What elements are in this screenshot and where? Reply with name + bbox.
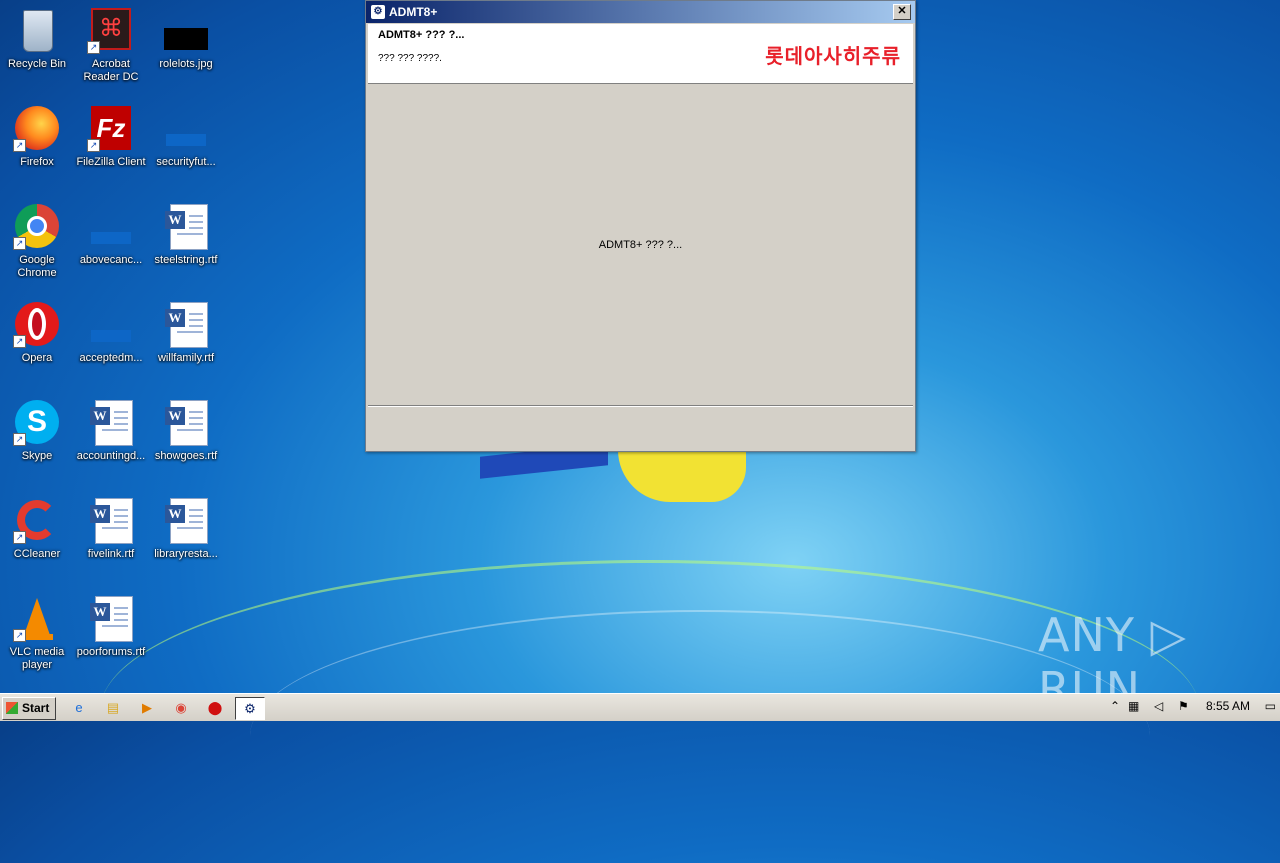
file-icon <box>87 300 135 348</box>
desktop-icon-steelstring[interactable]: W steelstring.rtf <box>149 202 223 267</box>
desktop-icon-acrobat[interactable]: ⌘ ↗ Acrobat Reader DC <box>74 6 148 84</box>
shortcut-arrow-icon: ↗ <box>13 531 26 544</box>
desktop-icon-rolelots[interactable]: rolelots.jpg <box>149 6 223 71</box>
word-doc-icon: W <box>162 300 210 348</box>
file-icon <box>162 104 210 152</box>
shortcut-arrow-icon: ↗ <box>13 629 26 642</box>
desktop-icon-securityfut[interactable]: securityfut... <box>149 104 223 169</box>
opera-taskbar-icon[interactable]: ⬤ <box>203 697 227 718</box>
word-doc-icon: W <box>87 398 135 446</box>
ie-taskbar-icon[interactable]: e <box>67 697 91 718</box>
desktop-icon-ccleaner[interactable]: ↗ CCleaner <box>0 496 74 561</box>
close-button[interactable]: ✕ <box>893 4 911 20</box>
filezilla-icon: Fz ↗ <box>87 104 135 152</box>
header-title: ADMT8+ ??? ?... <box>378 29 465 41</box>
wallpaper-logo-yellow <box>618 450 746 502</box>
desktop-icon-poorforums[interactable]: W poorforums.rtf <box>74 594 148 659</box>
network-icon[interactable]: ▦ <box>1128 699 1139 713</box>
show-desktop-icon[interactable]: ▭ <box>1265 699 1276 713</box>
desktop-icon-willfamily[interactable]: W willfamily.rtf <box>149 300 223 365</box>
desktop-icon-abovecanc[interactable]: abovecanc... <box>74 202 148 267</box>
desktop-icon-chrome[interactable]: ↗ Google Chrome <box>0 202 74 280</box>
word-doc-icon: W <box>162 202 210 250</box>
shortcut-arrow-icon: ↗ <box>87 41 100 54</box>
installer-window: ⚙ ADMT8+ ✕ ADMT8+ ??? ?... ??? ??? ????.… <box>365 0 916 452</box>
clock[interactable]: 8:55 AM <box>1206 699 1250 713</box>
explorer-taskbar-icon[interactable]: ▤ <box>101 697 125 718</box>
header-subtitle: ??? ??? ????. <box>378 53 442 64</box>
wallpaper-wave <box>250 610 1150 862</box>
desktop-icon-accountingd[interactable]: W accountingd... <box>74 398 148 463</box>
desktop-icon-libraryresta[interactable]: W libraryresta... <box>149 496 223 561</box>
word-doc-icon: W <box>87 496 135 544</box>
window-titlebar[interactable]: ⚙ ADMT8+ ✕ <box>366 1 915 23</box>
brand-logo: 롯데아사히주류 <box>765 46 901 68</box>
desktop-icon-showgoes[interactable]: W showgoes.rtf <box>149 398 223 463</box>
image-file-icon <box>162 6 210 54</box>
start-button[interactable]: Start <box>2 697 56 720</box>
file-icon <box>87 202 135 250</box>
desktop-icon-fivelink[interactable]: W fivelink.rtf <box>74 496 148 561</box>
desktop-icon-firefox[interactable]: ↗ Firefox <box>0 104 74 169</box>
chrome-taskbar-icon[interactable]: ◉ <box>169 697 193 718</box>
app-icon: ⚙ <box>371 5 385 19</box>
media-player-taskbar-icon[interactable]: ▶ <box>135 697 159 718</box>
volume-icon[interactable]: ◁ <box>1154 699 1163 713</box>
taskbar: Start e ▤ ▶ ◉ ⬤ ⚙ ⌃ ▦ ◁ ⚑ 8:55 AM ▭ <box>0 693 1280 721</box>
vlc-icon: ↗ <box>13 594 61 642</box>
windows-flag-icon <box>6 702 18 714</box>
system-tray: ⌃ ▦ ◁ ⚑ 8:55 AM ▭ <box>1104 694 1280 721</box>
shortcut-arrow-icon: ↗ <box>13 433 26 446</box>
desktop-icon-filezilla[interactable]: Fz ↗ FileZilla Client <box>74 104 148 169</box>
shortcut-arrow-icon: ↗ <box>13 237 26 250</box>
show-hidden-icons-icon[interactable]: ⌃ <box>1110 699 1120 713</box>
desktop-icon-skype[interactable]: S ↗ Skype <box>0 398 74 463</box>
acrobat-icon: ⌘ ↗ <box>87 6 135 54</box>
word-doc-icon: W <box>87 594 135 642</box>
chrome-icon: ↗ <box>13 202 61 250</box>
shortcut-arrow-icon: ↗ <box>13 335 26 348</box>
desktop-icon-vlc[interactable]: ↗ VLC media player <box>0 594 74 672</box>
word-doc-icon: W <box>162 398 210 446</box>
desktop-icon-acceptedm[interactable]: acceptedm... <box>74 300 148 365</box>
desktop-icon-recycle-bin[interactable]: Recycle Bin <box>0 6 74 71</box>
header-panel: ADMT8+ ??? ?... ??? ??? ????. 롯데아사히주류 <box>368 24 913 84</box>
word-doc-icon: W <box>162 496 210 544</box>
ccleaner-icon: ↗ <box>13 496 61 544</box>
recycle-bin-icon <box>13 6 61 54</box>
status-text: ADMT8+ ??? ?... <box>598 239 683 251</box>
divider <box>368 405 913 407</box>
installer-taskbar-button[interactable]: ⚙ <box>235 697 265 720</box>
opera-icon: ↗ <box>13 300 61 348</box>
skype-icon: S ↗ <box>13 398 61 446</box>
shortcut-arrow-icon: ↗ <box>13 139 26 152</box>
desktop-icon-opera[interactable]: ↗ Opera <box>0 300 74 365</box>
firefox-icon: ↗ <box>13 104 61 152</box>
action-center-flag-icon[interactable]: ⚑ <box>1178 699 1189 713</box>
shortcut-arrow-icon: ↗ <box>87 139 100 152</box>
window-title: ADMT8+ <box>389 5 438 19</box>
